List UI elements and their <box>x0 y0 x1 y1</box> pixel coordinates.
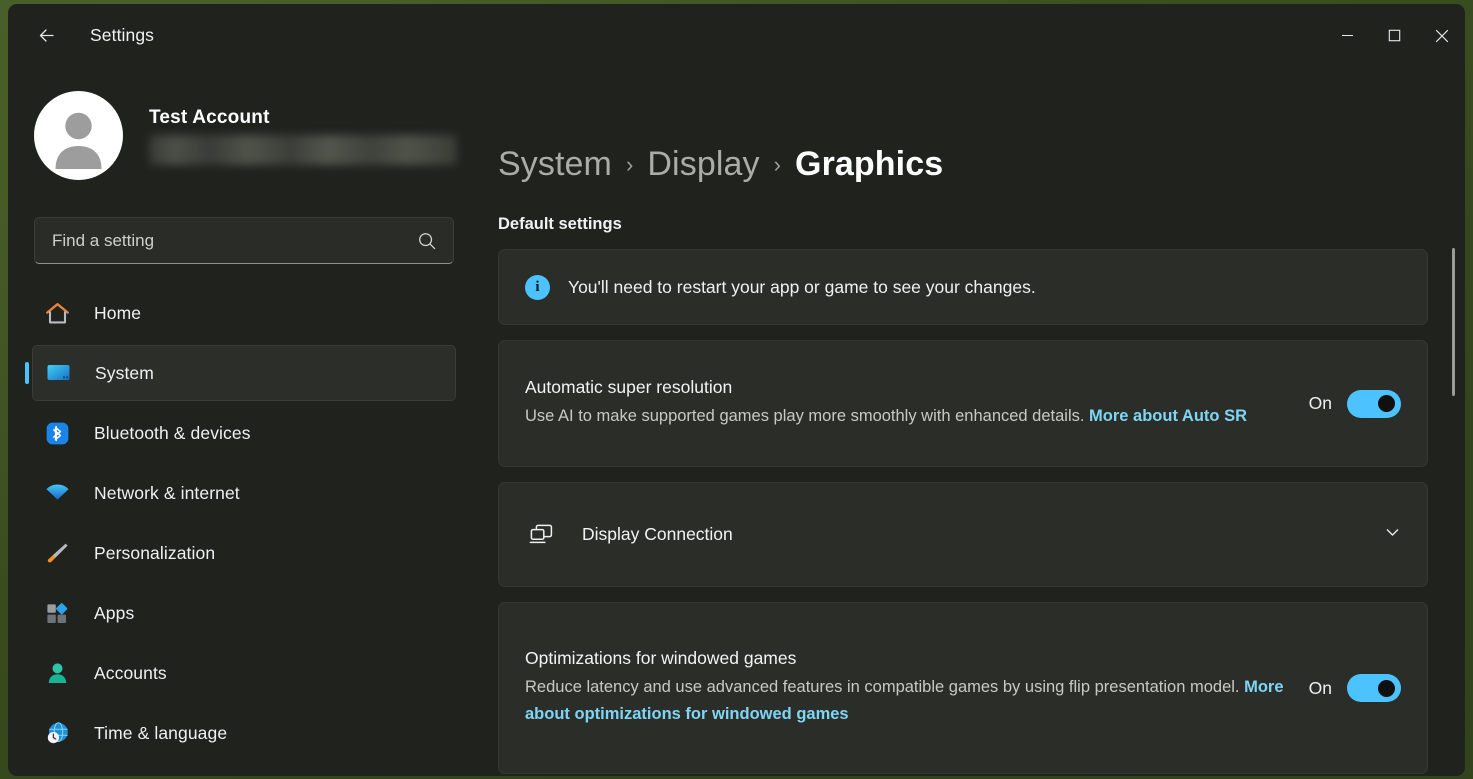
person-avatar-icon <box>34 91 123 180</box>
sidebar-item-label: Accounts <box>94 663 167 684</box>
setting-title: Optimizations for windowed games <box>525 648 1287 669</box>
avatar <box>34 91 123 180</box>
automatic-super-resolution-card: Automatic super resolution Use AI to mak… <box>498 340 1428 467</box>
sidebar-item-system[interactable]: System <box>32 345 456 401</box>
home-icon <box>43 299 72 328</box>
breadcrumb-item-graphics: Graphics <box>795 145 943 184</box>
toggle-state-label: On <box>1309 678 1332 699</box>
sidebar-item-network-internet[interactable]: Network & internet <box>32 465 456 521</box>
close-button[interactable] <box>1418 4 1465 67</box>
sidebar-item-home[interactable]: Home <box>32 285 456 341</box>
sidebar-item-label: Apps <box>94 603 134 624</box>
breadcrumb-item-system[interactable]: System <box>498 145 612 184</box>
account-email-redacted <box>149 135 457 165</box>
maximize-button[interactable] <box>1371 4 1418 67</box>
sidebar-item-label: Home <box>94 303 141 324</box>
clock-globe-icon <box>43 719 72 748</box>
breadcrumb-separator: › <box>774 152 781 178</box>
sidebar-item-label: Bluetooth & devices <box>94 423 251 444</box>
search-box[interactable] <box>34 217 454 264</box>
chevron-down-icon[interactable] <box>1384 524 1401 546</box>
breadcrumb-separator: › <box>626 152 633 178</box>
account-name: Test Account <box>149 107 457 129</box>
breadcrumb: System › Display › Graphics <box>498 145 1465 184</box>
sidebar-item-label: Network & internet <box>94 483 240 504</box>
sidebar-item-time-language[interactable]: Time & language <box>32 705 456 761</box>
setting-description: Reduce latency and use advanced features… <box>525 674 1285 727</box>
bluetooth-icon <box>43 419 72 448</box>
scrollbar-thumb[interactable] <box>1452 248 1455 396</box>
multiple-displays-icon <box>525 519 557 551</box>
breadcrumb-item-display[interactable]: Display <box>647 145 759 184</box>
setting-description: Use AI to make supported games play more… <box>525 403 1285 430</box>
more-about-auto-sr-link[interactable]: More about Auto SR <box>1089 407 1247 425</box>
settings-window: Settings <box>8 4 1465 776</box>
wifi-icon <box>43 479 72 508</box>
close-icon <box>1435 29 1449 43</box>
setting-title: Automatic super resolution <box>525 377 1287 398</box>
optimizations-windowed-games-toggle[interactable] <box>1347 674 1401 702</box>
account-block[interactable]: Test Account <box>34 91 480 180</box>
sidebar-item-accounts[interactable]: Accounts <box>32 645 456 701</box>
toggle-knob <box>1378 395 1395 412</box>
section-title: Default settings <box>498 215 1465 234</box>
automatic-super-resolution-toggle[interactable] <box>1347 390 1401 418</box>
info-banner-text: You'll need to restart your app or game … <box>568 277 1036 298</box>
window-controls <box>1324 4 1465 67</box>
paintbrush-icon <box>43 539 72 568</box>
sidebar-item-label: Time & language <box>94 723 227 744</box>
apps-icon <box>43 599 72 628</box>
toggle-knob <box>1378 680 1395 697</box>
search-icon[interactable] <box>417 231 437 251</box>
title-bar: Settings <box>8 4 1465 67</box>
setting-description-text: Use AI to make supported games play more… <box>525 407 1089 425</box>
main-content: System › Display › Graphics Default sett… <box>480 67 1465 776</box>
setting-description-text: Reduce latency and use advanced features… <box>525 678 1244 696</box>
info-banner: i You'll need to restart your app or gam… <box>498 249 1428 325</box>
window-title: Settings <box>90 25 154 46</box>
main-scrollbar[interactable] <box>1449 189 1459 776</box>
sidebar-item-label: System <box>95 363 154 384</box>
minimize-button[interactable] <box>1324 4 1371 67</box>
sidebar-item-bluetooth-devices[interactable]: Bluetooth & devices <box>32 405 456 461</box>
display-connection-card[interactable]: Display Connection <box>498 482 1428 587</box>
display-connection-label: Display Connection <box>582 524 1384 545</box>
minimize-icon <box>1341 29 1354 42</box>
optimizations-for-windowed-games-card: Optimizations for windowed games Reduce … <box>498 602 1428 774</box>
maximize-icon <box>1388 29 1401 42</box>
search-input[interactable] <box>52 231 417 251</box>
back-arrow-icon <box>36 25 57 46</box>
sidebar-item-label: Personalization <box>94 543 215 564</box>
toggle-state-label: On <box>1309 393 1332 414</box>
sidebar-item-apps[interactable]: Apps <box>32 585 456 641</box>
accounts-icon <box>43 659 72 688</box>
sidebar: Test Account <box>8 67 480 776</box>
system-icon <box>44 359 73 388</box>
info-icon: i <box>525 275 550 300</box>
sidebar-nav: Home System <box>8 285 480 761</box>
back-button[interactable] <box>28 18 64 54</box>
sidebar-item-personalization[interactable]: Personalization <box>32 525 456 581</box>
